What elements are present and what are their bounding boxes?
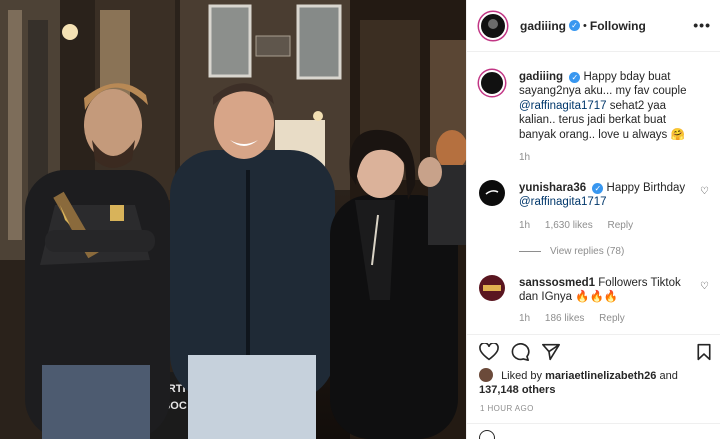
author-username[interactable]: gadiiing (520, 19, 566, 33)
like-heart-icon[interactable] (479, 343, 499, 361)
caption-text: gadiiing ✓ Happy bday buat sayang2nya ak… (519, 70, 699, 142)
comment-meta: 1h 186 likes Reply (519, 313, 637, 324)
caption-mention[interactable]: @raffinagita1717 (519, 100, 607, 112)
post-sidebar: gadiiing ✓ • Following ••• gadiiing ✓ Ha… (466, 0, 720, 439)
emoji-picker-icon[interactable] (479, 430, 495, 439)
comment-mention[interactable]: @raffinagita1717 (519, 196, 607, 208)
post-photo[interactable]: EPARTI ND SOC (0, 0, 466, 439)
verified-badge-icon: ✓ (569, 20, 580, 31)
post-timestamp[interactable]: 1 HOUR AGO (480, 404, 534, 413)
action-icons (479, 343, 561, 361)
author-avatar[interactable] (479, 11, 507, 40)
comment-time[interactable]: 1h (519, 220, 530, 231)
comment-username[interactable]: sanssosmed1 (519, 277, 595, 289)
instagram-post: EPARTI ND SOC (0, 0, 720, 439)
comment-avatar[interactable] (479, 180, 505, 206)
comment-meta: 1h 1,630 likes Reply (519, 220, 645, 231)
likes-count[interactable]: 137,148 others (479, 384, 555, 396)
caption-verified-icon: ✓ (569, 72, 581, 83)
following-button[interactable]: Following (590, 19, 646, 33)
comment-verified-icon: ✓ (592, 183, 604, 194)
comment-text: sanssosmed1 Followers Tiktok dan IGnya 🔥… (519, 276, 699, 305)
liked-by-joiner: and (659, 370, 678, 382)
comment-avatar[interactable] (479, 275, 505, 301)
comment-bubble-icon[interactable] (510, 343, 530, 361)
share-paper-plane-icon[interactable] (541, 343, 561, 361)
add-comment-bar (467, 423, 720, 439)
comment-body: Happy Birthday (606, 182, 686, 194)
comment-likes[interactable]: 1,630 likes (545, 220, 593, 231)
reply-button[interactable]: Reply (608, 220, 634, 231)
reply-button[interactable]: Reply (599, 313, 625, 324)
comment-username[interactable]: yunishara36 (519, 182, 586, 194)
likes-summary: Liked by mariaetlinelizabeth26 and 137,1… (479, 368, 715, 397)
caption-emoji: 🤗 (670, 128, 685, 141)
caption-time[interactable]: 1h (519, 152, 530, 163)
comment-emoji: 🔥🔥🔥 (575, 291, 619, 304)
save-bookmark-icon[interactable] (696, 343, 712, 361)
liked-by-prefix: Liked by (501, 370, 543, 382)
liker-avatar[interactable] (479, 368, 493, 382)
like-comment-heart-icon[interactable]: ♡ (700, 186, 709, 197)
liker-username[interactable]: mariaetlinelizabeth26 (545, 370, 656, 382)
more-options-icon[interactable]: ••• (693, 17, 711, 33)
comment-likes[interactable]: 186 likes (545, 313, 584, 324)
comment-text: yunishara36 ✓ Happy Birthday @raffinagit… (519, 181, 699, 210)
caption-username[interactable]: gadiiing (519, 71, 563, 83)
comments-list[interactable]: gadiiing ✓ Happy bday buat sayang2nya ak… (467, 53, 720, 334)
separator-dot: • (583, 19, 587, 32)
post-actions: Liked by mariaetlinelizabeth26 and 137,1… (467, 334, 720, 439)
view-replies-button[interactable]: View replies (78) (519, 246, 624, 257)
post-header: gadiiing ✓ • Following ••• (467, 0, 720, 52)
like-comment-heart-icon[interactable]: ♡ (700, 281, 709, 292)
comment-time[interactable]: 1h (519, 313, 530, 324)
caption-meta: 1h (519, 152, 542, 163)
caption-avatar[interactable] (479, 70, 505, 96)
